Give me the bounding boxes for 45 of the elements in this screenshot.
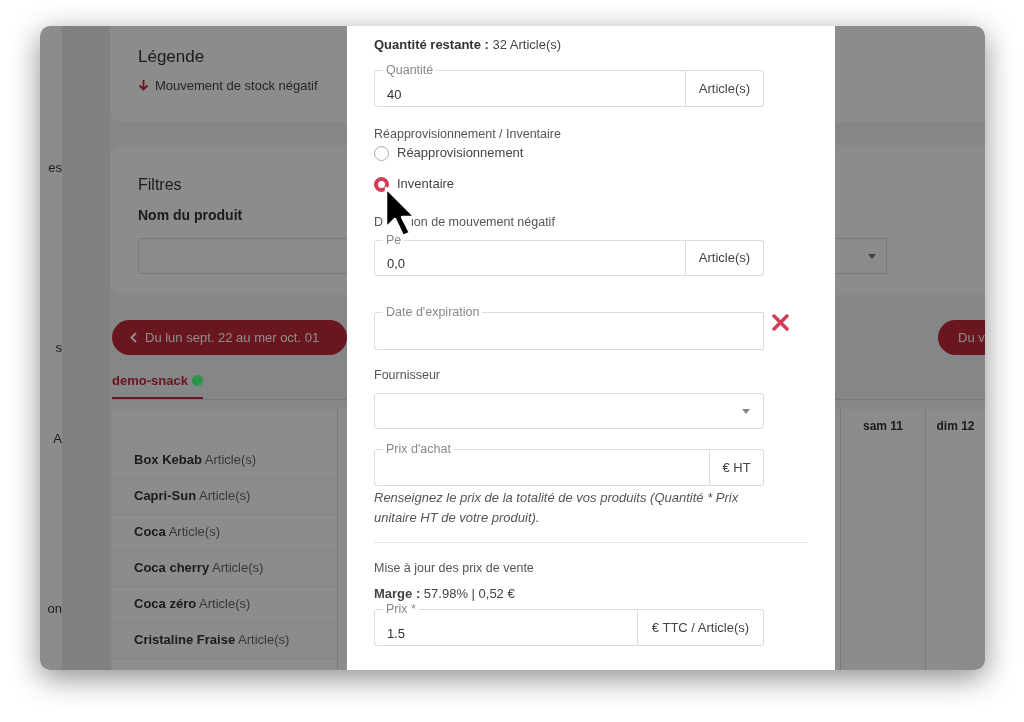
product-name: Coca zéro Article(s): [134, 595, 251, 614]
column-header: sam 11: [862, 417, 903, 435]
column-header: dim 12: [936, 417, 975, 435]
product-name: Cristaline Fraise Article(s): [134, 631, 290, 650]
supplier-select[interactable]: [374, 393, 764, 429]
previous-period-button[interactable]: Du lun sept. 22 au mer oct. 01: [112, 320, 347, 355]
product-name: Capri-Sun Article(s): [134, 487, 251, 506]
store-tab[interactable]: demo-snack: [112, 371, 203, 399]
field-label: Prix *: [383, 602, 419, 616]
unit-addon: Article(s): [686, 240, 764, 276]
field-label: Prix d'achat: [383, 442, 454, 456]
legend-title: Légende: [138, 46, 205, 68]
filter-label: Nom du produit: [138, 206, 243, 225]
help-text: Renseignez le prix de la totalité de vos produits (Quantité * Prix unitaire HT de votre produit).: [374, 489, 740, 527]
next-period-button[interactable]: Du v: [938, 320, 985, 355]
unit-addon: € HT: [710, 449, 764, 486]
legend-label: Mouvement de stock négatif: [155, 76, 318, 95]
filters-title: Filtres: [138, 175, 182, 195]
unit-addon: Article(s): [686, 70, 764, 107]
field-label: Quantité: [383, 63, 437, 77]
margin-text: Marge : 57.98% | 0,52 €: [374, 585, 516, 603]
caret-icon: [742, 408, 750, 414]
unit-addon: € TTC / Article(s): [638, 609, 764, 646]
sidebar-item[interactable]: A: [53, 429, 62, 449]
product-name: Coca cherry Article(s): [134, 559, 264, 578]
sidebar-item[interactable]: on: [47, 598, 62, 618]
field-label: Date d'expiration: [383, 305, 483, 319]
caret-icon: [868, 253, 876, 259]
radio-label: Inventaire: [397, 175, 455, 194]
radio-label: Réapprovisionnement: [397, 144, 524, 163]
down-arrow-icon: [138, 79, 149, 92]
sidebar-item[interactable]: es: [48, 158, 62, 178]
section-heading: ion de mouvement négatif: [411, 214, 555, 231]
radio-button[interactable]: [374, 145, 389, 161]
group-label: Réapprovisionnement / Inventaire: [374, 126, 562, 143]
product-name: Coca Article(s): [134, 523, 220, 542]
radio-button[interactable]: [374, 176, 389, 192]
section-heading: D: [374, 214, 384, 231]
sidebar-item[interactable]: s: [55, 337, 62, 357]
remaining-quantity: Quantité restante : 32 Article(s): [374, 36, 563, 54]
close-icon[interactable]: [772, 314, 789, 331]
supplier-label: Fournisseur: [374, 367, 441, 384]
product-name: Box Kebab Article(s): [134, 451, 257, 470]
section-title: Mise à jour des prix de vente: [374, 560, 535, 577]
chevron-left-icon: [130, 332, 137, 343]
